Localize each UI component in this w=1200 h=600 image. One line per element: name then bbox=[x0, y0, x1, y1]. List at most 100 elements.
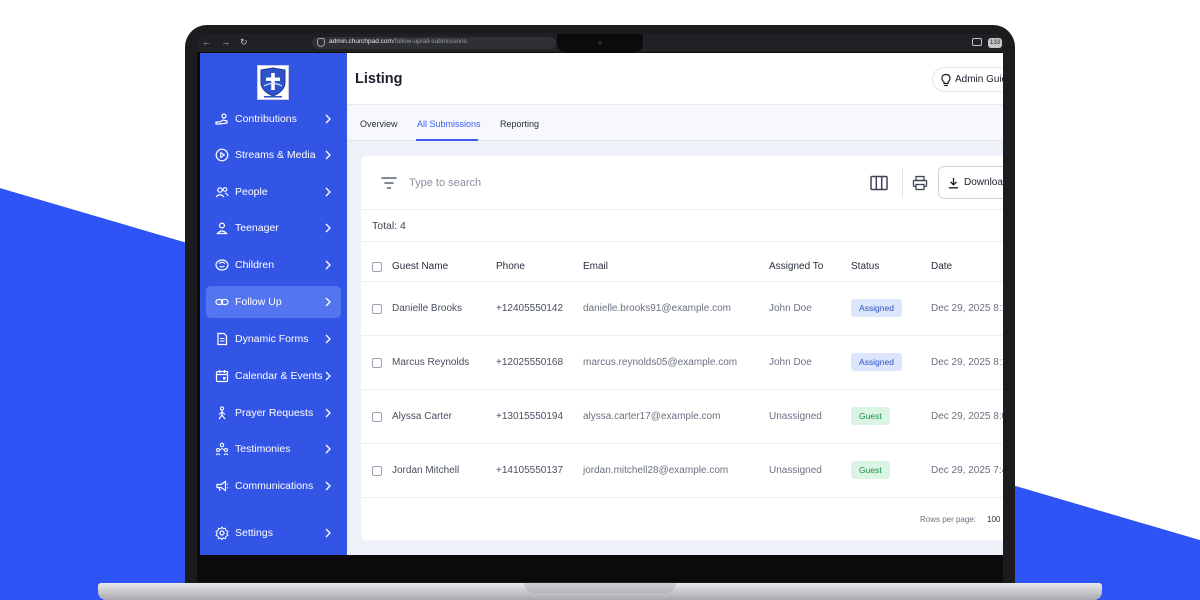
person-icon bbox=[216, 222, 228, 235]
chevron-right-icon bbox=[325, 371, 331, 381]
select-all-checkbox[interactable] bbox=[372, 262, 382, 272]
page-header: Listing Admin Guide bbox=[347, 53, 1003, 105]
column-header-assigned-to[interactable]: Assigned To bbox=[769, 261, 823, 272]
column-header-email[interactable]: Email bbox=[583, 261, 608, 272]
guest-name: Marcus Reynolds bbox=[392, 357, 470, 368]
assigned-to: John Doe bbox=[769, 303, 812, 314]
rows-per-page-label: Rows per page: bbox=[920, 515, 977, 524]
sidebar-item-follow-up[interactable]: Follow Up bbox=[206, 286, 341, 318]
url-domain: admin.churchpad.com bbox=[329, 38, 393, 45]
sidebar-item-dynamic-forms[interactable]: Dynamic Forms bbox=[206, 323, 341, 355]
back-arrow-icon[interactable]: ← bbox=[202, 37, 211, 47]
column-header-phone[interactable]: Phone bbox=[496, 261, 525, 272]
toolbar-divider bbox=[902, 168, 903, 198]
calendar-icon bbox=[215, 370, 229, 383]
admin-guide-label: Admin Guide bbox=[955, 74, 1003, 85]
table-row[interactable]: Marcus Reynolds +12025550168 marcus.reyn… bbox=[361, 335, 1003, 389]
print-icon[interactable] bbox=[912, 175, 928, 191]
phone: +13015550194 bbox=[496, 411, 564, 422]
search-input[interactable] bbox=[409, 171, 709, 195]
sidebar-item-label: Streams & Media bbox=[235, 149, 316, 161]
email: alyssa.carter17@example.com bbox=[583, 411, 721, 422]
sidebar: Contributions Streams & Media People Tee… bbox=[200, 53, 347, 555]
sidebar-item-label: Contributions bbox=[235, 113, 297, 125]
chevron-right-icon bbox=[325, 187, 331, 197]
tab-all-submissions[interactable]: All Submissions bbox=[417, 119, 481, 129]
child-face-icon bbox=[215, 259, 229, 271]
submissions-card: Download Total: 4 Guest Name Phone Email… bbox=[361, 156, 1003, 540]
page-title: Listing bbox=[355, 71, 403, 87]
filter-icon[interactable] bbox=[381, 176, 397, 190]
admin-guide-button[interactable]: Admin Guide bbox=[932, 67, 1003, 92]
date: Dec 29, 2025 8:11 bbox=[931, 357, 1003, 368]
chevron-right-icon bbox=[325, 150, 331, 160]
sidebar-item-calendar-events[interactable]: Calendar & Events bbox=[206, 360, 341, 392]
tab-overview[interactable]: Overview bbox=[360, 119, 398, 129]
download-icon bbox=[949, 178, 958, 189]
total-divider-line bbox=[361, 241, 1003, 242]
sidebar-item-testimonies[interactable]: Testimonies bbox=[206, 433, 341, 465]
sidebar-item-label: Follow Up bbox=[235, 296, 282, 308]
assigned-to: John Doe bbox=[769, 357, 812, 368]
sidebar-item-label: Calendar & Events bbox=[235, 370, 323, 382]
guest-name: Danielle Brooks bbox=[392, 303, 463, 314]
phone: +12025550168 bbox=[496, 357, 564, 368]
chevron-right-icon bbox=[325, 334, 331, 344]
column-header-status[interactable]: Status bbox=[851, 261, 879, 272]
sidebar-item-prayer-requests[interactable]: Prayer Requests bbox=[206, 397, 341, 429]
status-badge: Assigned bbox=[851, 353, 902, 371]
chevron-right-icon bbox=[325, 444, 331, 454]
lightbulb-icon bbox=[941, 73, 951, 87]
download-button[interactable]: Download bbox=[938, 166, 1003, 199]
toolbar-divider-line bbox=[361, 209, 1003, 210]
chevron-right-icon bbox=[325, 481, 331, 491]
date: Dec 29, 2025 7:49 bbox=[931, 465, 1003, 476]
row-checkbox[interactable] bbox=[372, 304, 382, 314]
row-checkbox[interactable] bbox=[372, 358, 382, 368]
guest-name: Jordan Mitchell bbox=[392, 465, 460, 476]
rows-per-page-select[interactable]: 100 bbox=[987, 515, 1000, 524]
tab-reporting[interactable]: Reporting bbox=[500, 119, 539, 129]
table-row[interactable]: Alyssa Carter +13015550194 alyssa.carter… bbox=[361, 389, 1003, 443]
column-header-guest-name[interactable]: Guest Name bbox=[392, 261, 448, 272]
tab-search-icon[interactable] bbox=[972, 38, 982, 46]
zoom-badge[interactable]: 133 bbox=[988, 38, 1003, 48]
status-badge: Assigned bbox=[851, 299, 902, 317]
sidebar-item-label: Prayer Requests bbox=[235, 407, 314, 419]
camera-icon bbox=[598, 41, 602, 45]
sidebar-item-label: Testimonies bbox=[235, 443, 291, 455]
sidebar-item-label: Settings bbox=[235, 527, 273, 539]
chevron-right-icon bbox=[325, 114, 331, 124]
row-checkbox[interactable] bbox=[372, 412, 382, 422]
praying-figure-icon bbox=[218, 406, 226, 420]
site-info-icon[interactable] bbox=[317, 38, 325, 47]
assigned-to: Unassigned bbox=[769, 411, 822, 422]
column-header-date[interactable]: Date bbox=[931, 261, 952, 272]
sidebar-item-children[interactable]: Children bbox=[206, 249, 341, 281]
laptop-base-notch bbox=[524, 583, 676, 593]
sidebar-item-streams-media[interactable]: Streams & Media bbox=[206, 139, 341, 171]
table-row[interactable]: Danielle Brooks +12405550142 danielle.br… bbox=[361, 281, 1003, 335]
total-count: Total: 4 bbox=[372, 220, 406, 232]
status-badge: Guest bbox=[851, 461, 890, 479]
reload-icon[interactable]: ↻ bbox=[240, 37, 248, 48]
forward-arrow-icon[interactable]: → bbox=[221, 37, 230, 47]
columns-icon[interactable] bbox=[870, 175, 888, 191]
shield-cross-icon bbox=[260, 67, 286, 98]
sidebar-item-teenager[interactable]: Teenager bbox=[206, 212, 341, 244]
table-row[interactable]: Jordan Mitchell +14105550137 jordan.mitc… bbox=[361, 443, 1003, 497]
row-checkbox[interactable] bbox=[372, 466, 382, 476]
sidebar-item-settings[interactable]: Settings bbox=[206, 517, 341, 549]
sidebar-item-communications[interactable]: Communications bbox=[206, 470, 341, 502]
url-path: /follow-up/all-submissions bbox=[392, 38, 468, 45]
church-logo[interactable] bbox=[257, 65, 289, 100]
sidebar-item-label: Communications bbox=[235, 480, 314, 492]
sidebar-item-people[interactable]: People bbox=[206, 176, 341, 208]
download-label: Download bbox=[964, 177, 1003, 188]
document-icon bbox=[217, 332, 228, 346]
sidebar-item-label: Dynamic Forms bbox=[235, 333, 309, 345]
gear-icon bbox=[215, 526, 229, 540]
sidebar-item-contributions[interactable]: Contributions bbox=[206, 103, 341, 135]
tab-bar: Overview All Submissions Reporting bbox=[347, 105, 1003, 141]
address-url: admin.churchpad.com/follow-up/all-submis… bbox=[329, 38, 467, 45]
